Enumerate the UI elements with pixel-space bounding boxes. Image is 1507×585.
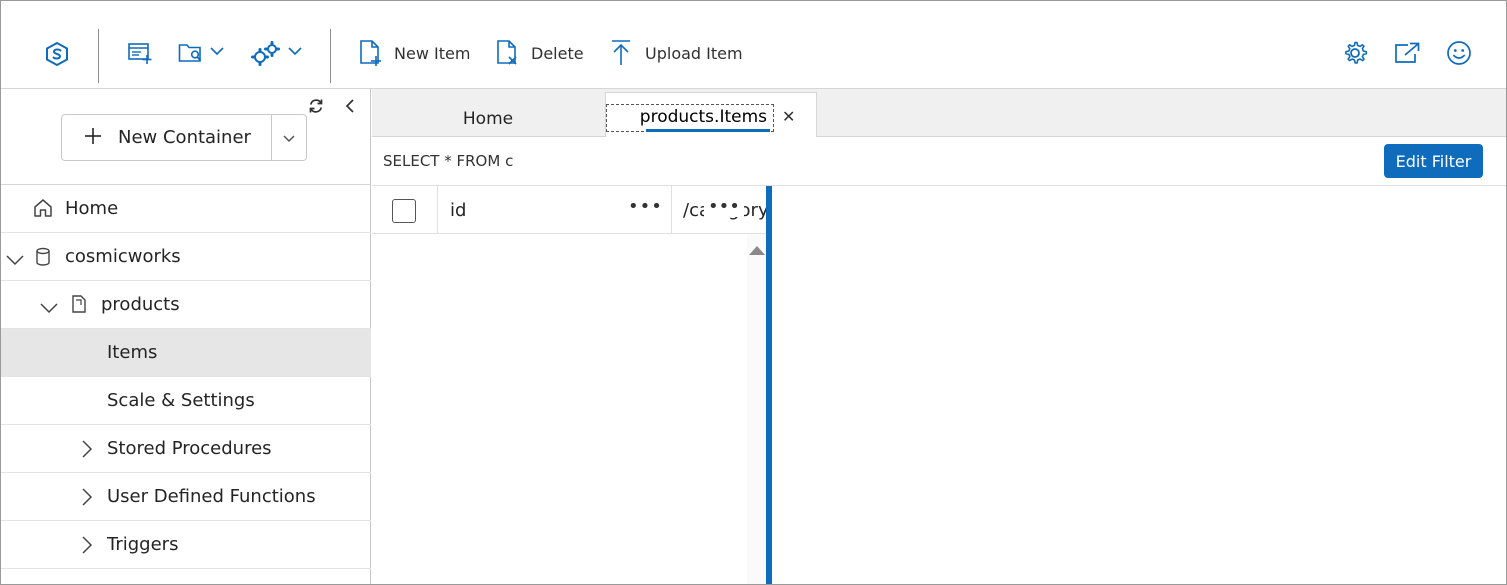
tree-item-label: Stored Procedures (107, 438, 272, 459)
new-container-split-button: New Container (61, 114, 307, 161)
sidebar-header: New Container (1, 89, 371, 185)
tree-item-home[interactable]: Home (1, 185, 371, 233)
open-external-icon[interactable] (1394, 41, 1422, 65)
column-header-id[interactable]: id (450, 200, 466, 221)
column-divider (437, 186, 438, 234)
tree-item-database[interactable]: cosmicworks (1, 233, 371, 281)
chevron-down-icon[interactable] (287, 46, 303, 56)
chevron-down-icon[interactable] (39, 298, 59, 319)
edit-filter-button[interactable]: Edit Filter (1384, 144, 1483, 178)
tree-item-items[interactable]: Items (1, 329, 371, 377)
select-all-checkbox[interactable] (392, 199, 416, 223)
new-container-label: New Container (118, 127, 251, 148)
active-tab-indicator (646, 129, 770, 132)
tree-item-label: Scale & Settings (107, 390, 255, 411)
gear-cluster-icon[interactable] (251, 41, 281, 67)
close-icon[interactable]: ✕ (782, 107, 795, 126)
smiley-icon[interactable] (1446, 40, 1472, 66)
plus-icon (84, 127, 102, 149)
more-icon[interactable]: ••• (704, 196, 744, 217)
grid-scrollbar[interactable] (747, 234, 767, 584)
new-collection-icon[interactable] (127, 41, 153, 65)
open-query-icon[interactable] (178, 41, 206, 65)
collection-icon (71, 294, 87, 319)
toolbar-divider (330, 29, 331, 83)
delete-document-icon (495, 39, 521, 67)
app-window: New Item Delete Upload Item New Containe… (0, 0, 1507, 585)
tree-item-label: Items (107, 342, 158, 363)
tree-item-udfs[interactable]: User Defined Functions (1, 473, 371, 521)
query-filter-bar: SELECT * FROM c Edit Filter (372, 137, 1506, 186)
gear-icon[interactable] (1342, 40, 1368, 66)
chevron-left-icon[interactable] (343, 97, 361, 117)
column-divider (671, 186, 672, 234)
pane-splitter[interactable] (766, 186, 772, 584)
more-icon[interactable]: ••• (628, 196, 663, 217)
delete-button[interactable]: Delete (495, 37, 584, 69)
tab-strip: Home products.Items ✕ (372, 89, 1506, 138)
tree-item-container[interactable]: products (1, 281, 371, 329)
chevron-down-icon[interactable] (5, 250, 25, 271)
chevron-right-icon[interactable] (81, 487, 93, 512)
database-icon (35, 247, 51, 272)
documents-grid-header: id ••• /category ••• (372, 186, 767, 234)
upload-item-button[interactable]: Upload Item (609, 37, 743, 69)
tab-home[interactable]: Home (372, 89, 604, 137)
chevron-down-icon[interactable] (209, 46, 225, 56)
tree-item-label: cosmicworks (65, 246, 181, 267)
tab-label: Home (462, 109, 514, 129)
new-container-dropdown[interactable] (272, 115, 306, 160)
upload-item-label: Upload Item (645, 43, 743, 63)
tree-item-label: Triggers (107, 534, 179, 555)
upload-icon (609, 39, 635, 67)
new-item-button[interactable]: New Item (358, 37, 470, 69)
tree-item-stored-procedures[interactable]: Stored Procedures (1, 425, 371, 473)
refresh-icon[interactable] (307, 97, 327, 117)
new-document-icon (358, 39, 384, 67)
cosmos-logo-icon[interactable] (44, 41, 70, 67)
tab-products-items[interactable]: products.Items ✕ (605, 92, 817, 138)
tree-item-label: User Defined Functions (107, 486, 316, 507)
new-container-button[interactable]: New Container (62, 115, 271, 160)
command-bar: New Item Delete Upload Item (1, 1, 1506, 89)
tree-item-triggers[interactable]: Triggers (1, 521, 371, 569)
scroll-up-arrow-icon[interactable] (749, 246, 765, 255)
query-text: SELECT * FROM c (383, 152, 514, 170)
delete-label: Delete (531, 43, 584, 63)
new-item-label: New Item (394, 43, 471, 63)
chevron-right-icon[interactable] (81, 535, 93, 560)
toolbar-divider (98, 29, 99, 83)
tree-item-label: Home (65, 198, 119, 219)
chevron-right-icon[interactable] (81, 439, 93, 464)
main-content: Home products.Items ✕ SELECT * FROM c Ed… (372, 89, 1506, 584)
chevron-down-icon (282, 128, 296, 147)
tab-label: products.Items (606, 104, 774, 132)
tree-item-label: products (101, 294, 180, 315)
home-icon (33, 197, 53, 224)
resource-tree-panel: New Container Home cosmicworks products … (1, 89, 371, 584)
tree-item-scale-settings[interactable]: Scale & Settings (1, 377, 371, 425)
